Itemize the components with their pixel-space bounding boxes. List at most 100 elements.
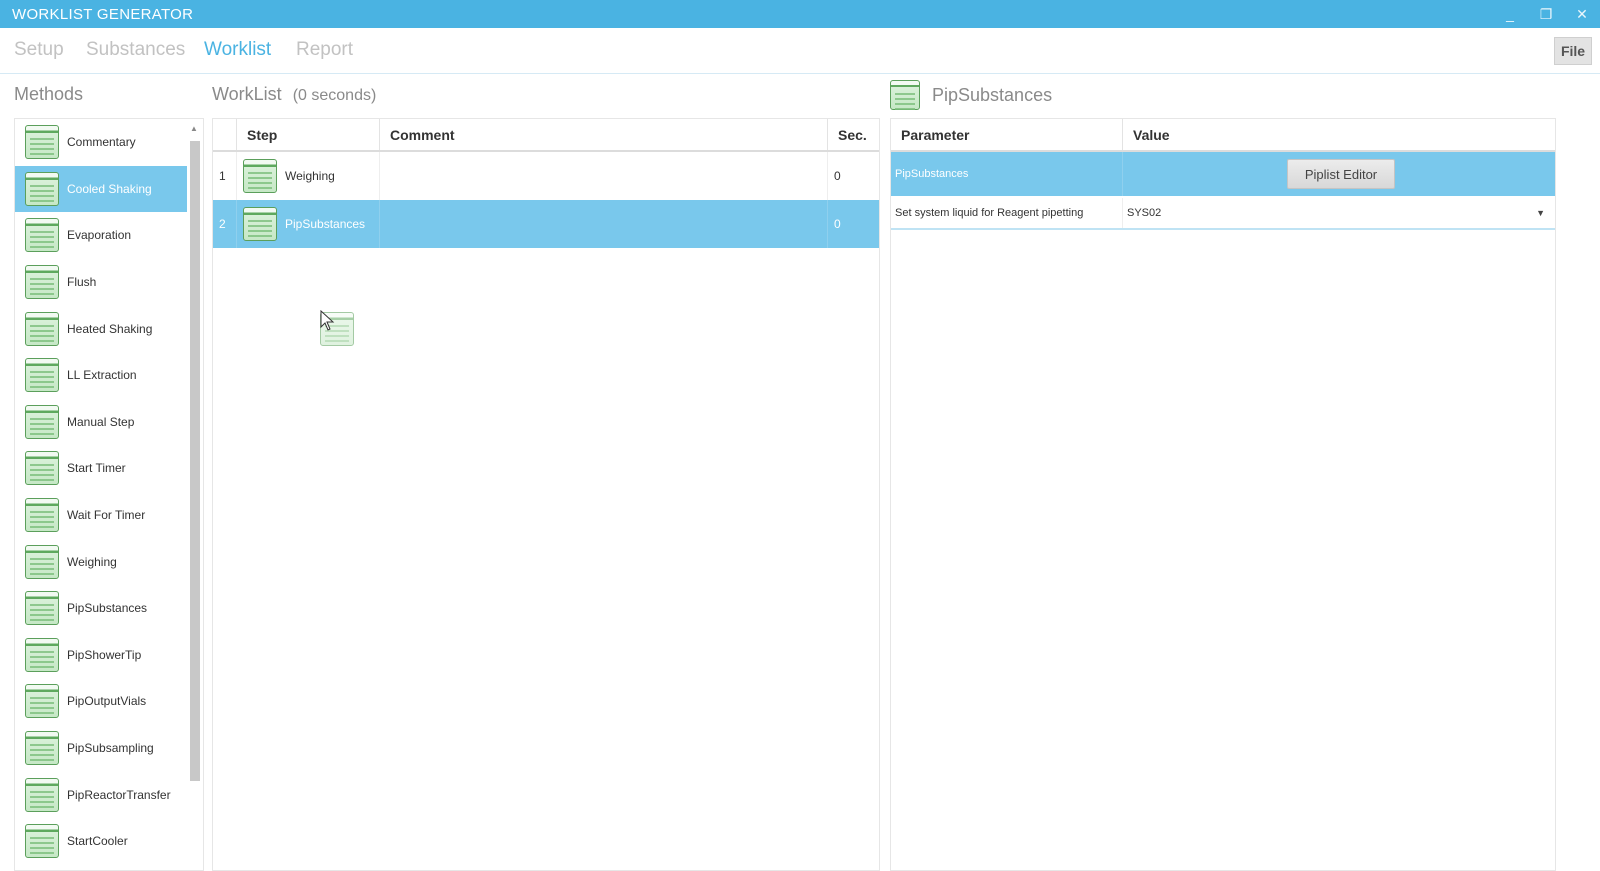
method-item[interactable]: PipSubsampling xyxy=(15,725,187,772)
menu-bar: Setup Substances Worklist Report File xyxy=(0,28,1600,74)
method-book-icon xyxy=(25,731,59,766)
worklist-title: WorkList (0 seconds) xyxy=(212,84,376,105)
tab-worklist[interactable]: Worklist xyxy=(204,39,271,61)
restore-icon: ❐ xyxy=(1539,5,1553,22)
minimize-button[interactable]: _ xyxy=(1492,0,1528,28)
tab-substances[interactable]: Substances xyxy=(86,39,185,61)
row-comment[interactable] xyxy=(380,152,828,200)
row-step-cell: Weighing xyxy=(237,152,380,200)
method-label: PipSubsampling xyxy=(67,741,154,756)
header-value[interactable]: Value xyxy=(1123,119,1555,150)
method-label: Cooled Shaking xyxy=(67,181,152,196)
property-row-pipsubstances[interactable]: PipSubstances Piplist Editor xyxy=(891,152,1555,196)
method-book-icon xyxy=(25,404,59,439)
step-book-icon xyxy=(243,159,277,193)
properties-method-icon xyxy=(890,80,928,111)
method-book-icon xyxy=(25,358,59,393)
method-item[interactable]: Wait For Timer xyxy=(15,492,187,539)
method-item[interactable]: StartCooler xyxy=(15,818,187,865)
method-label: StartCooler xyxy=(67,834,128,849)
worklist-title-label: WorkList xyxy=(212,84,282,104)
scroll-up-icon[interactable]: ▲ xyxy=(189,123,199,135)
tab-report[interactable]: Report xyxy=(296,39,353,61)
method-item[interactable]: PipShowerTip xyxy=(15,632,187,679)
chevron-down-icon[interactable]: ▼ xyxy=(1536,208,1545,218)
method-label: PipReactorTransfer xyxy=(67,787,171,802)
title-bar: WORKLIST GENERATOR _ ❐ ✕ xyxy=(0,0,1600,28)
method-item[interactable]: Start Timer xyxy=(15,445,187,492)
method-label: PipShowerTip xyxy=(67,647,142,662)
method-book-icon xyxy=(25,171,59,206)
method-book-icon xyxy=(25,824,59,859)
methods-scrollbar[interactable]: ▲ xyxy=(189,123,200,868)
tab-setup[interactable]: Setup xyxy=(14,39,64,61)
row-step-label: PipSubstances xyxy=(285,217,366,231)
method-item[interactable]: Heated Shaking xyxy=(15,305,187,352)
worklist-header: Step Comment Sec. xyxy=(213,119,879,152)
restore-button[interactable]: ❐ xyxy=(1528,0,1564,28)
method-label: Flush xyxy=(67,275,97,290)
method-label: Wait For Timer xyxy=(67,508,146,523)
scroll-thumb[interactable] xyxy=(190,141,200,781)
row-index: 2 xyxy=(213,200,237,248)
property-name: PipSubstances xyxy=(891,152,1123,196)
property-value-cell: Piplist Editor xyxy=(1123,152,1555,196)
method-label: LL Extraction xyxy=(67,368,137,383)
method-book-icon xyxy=(25,311,59,346)
method-label: Manual Step xyxy=(67,414,135,429)
mouse-cursor-icon xyxy=(320,310,335,331)
method-item[interactable]: Evaporation xyxy=(15,212,187,259)
worklist-table: Step Comment Sec. 1 Weighing 0 2 PipSubstanc… xyxy=(212,118,880,871)
worklist-row[interactable]: 1 Weighing 0 xyxy=(213,152,879,200)
properties-title: PipSubstances xyxy=(932,85,1053,105)
method-item[interactable]: Cooled Shaking xyxy=(15,165,187,213)
close-button[interactable]: ✕ xyxy=(1564,0,1600,28)
methods-title: Methods xyxy=(14,84,84,104)
method-item[interactable]: PipReactorTransfer xyxy=(15,771,187,818)
method-book-icon xyxy=(25,498,59,533)
method-item[interactable]: Weighing xyxy=(15,538,187,585)
piplist-editor-button[interactable]: Piplist Editor xyxy=(1287,159,1395,189)
row-step-cell: PipSubstances xyxy=(237,200,380,248)
close-icon: ✕ xyxy=(1576,5,1588,22)
row-comment[interactable] xyxy=(380,200,828,248)
row-step-label: Weighing xyxy=(285,169,335,183)
method-item[interactable]: Manual Step xyxy=(15,399,187,446)
header-sec[interactable]: Sec. xyxy=(828,119,879,150)
property-row-system-liquid[interactable]: Set system liquid for Reagent pipetting … xyxy=(891,198,1555,228)
method-book-icon xyxy=(25,637,59,672)
method-item[interactable]: LL Extraction xyxy=(15,352,187,399)
method-label: PipOutputVials xyxy=(67,694,147,709)
method-book-icon xyxy=(25,591,59,626)
properties-table: Parameter Value PipSubstances Piplist Ed… xyxy=(890,118,1556,871)
system-liquid-value: SYS02 xyxy=(1127,207,1162,219)
properties-header: Parameter Value xyxy=(891,119,1555,152)
method-book-icon xyxy=(25,125,59,160)
window-title: WORKLIST GENERATOR xyxy=(12,5,194,23)
method-book-icon xyxy=(25,218,59,253)
property-name: Set system liquid for Reagent pipetting xyxy=(891,198,1123,228)
header-parameter[interactable]: Parameter xyxy=(891,119,1123,150)
header-step[interactable]: Step xyxy=(237,119,380,150)
method-item[interactable]: Flush xyxy=(15,259,187,306)
method-book-icon xyxy=(25,684,59,719)
methods-panel: Commentary Cooled Shaking Evaporation Flush… xyxy=(14,118,204,871)
method-label: Commentary xyxy=(67,135,136,150)
minimize-icon: _ xyxy=(1506,6,1514,22)
worklist-row[interactable]: 2 PipSubstances 0 xyxy=(213,200,879,248)
step-book-icon xyxy=(243,207,277,241)
methods-list: Commentary Cooled Shaking Evaporation Flush… xyxy=(15,119,187,865)
method-label: PipSubstances xyxy=(67,601,148,616)
system-liquid-select[interactable]: SYS02 ▼ xyxy=(1123,198,1555,228)
method-item[interactable]: PipSubstances xyxy=(15,585,187,632)
method-label: Heated Shaking xyxy=(67,321,153,336)
method-book-icon xyxy=(25,544,59,579)
row-index: 1 xyxy=(213,152,237,200)
method-item[interactable]: Commentary xyxy=(15,119,187,166)
file-button[interactable]: File xyxy=(1554,37,1592,65)
header-comment[interactable]: Comment xyxy=(380,119,828,150)
method-book-icon xyxy=(25,265,59,300)
row-seconds: 0 xyxy=(834,169,841,183)
method-book-icon xyxy=(25,451,59,486)
method-item[interactable]: PipOutputVials xyxy=(15,678,187,725)
